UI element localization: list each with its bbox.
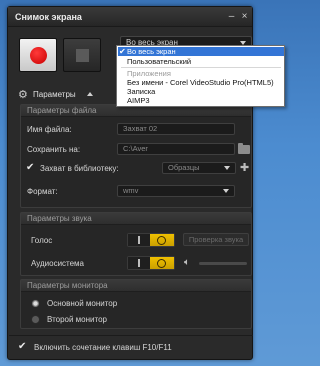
window-title: Снимок экрана [15, 12, 82, 22]
folder-icon[interactable] [238, 143, 250, 154]
parameters-label: Параметры [33, 90, 76, 99]
chevron-down-icon [224, 166, 230, 170]
chevron-up-icon [87, 92, 93, 96]
plus-icon[interactable]: ✚ [240, 163, 249, 174]
dropdown-item-notes[interactable]: Записка [118, 87, 284, 96]
dropdown-divider [121, 67, 281, 68]
toggle-on-segment [150, 234, 174, 246]
dropdown-item-fullscreen[interactable]: ✔ Во весь экран [118, 47, 284, 56]
dropdown-group-label: Приложения [127, 69, 171, 78]
speaker-icon: 🔈︎ [184, 257, 190, 268]
library-checkbox[interactable]: ✔ [26, 163, 36, 173]
save-to-label: Сохранить на: [27, 145, 81, 154]
toggle-off-segment [128, 234, 150, 246]
hotkeys-label: Включить сочетание клавиш F10/F11 [34, 343, 172, 352]
second-monitor-label: Второй монитор [47, 315, 107, 324]
dropdown-group-apps: Приложения [118, 69, 284, 78]
minimize-button[interactable]: – [226, 11, 237, 22]
capture-mode-dropdown: ✔ Во весь экран Пользовательский Приложе… [116, 45, 285, 107]
record-icon [30, 47, 47, 64]
close-button[interactable]: × [239, 11, 250, 22]
toggle-off-segment [128, 257, 150, 269]
dropdown-item-aimp3[interactable]: AIMP3 [118, 96, 284, 105]
library-select-value: Образцы [168, 163, 200, 172]
dropdown-item-custom[interactable]: Пользовательский [118, 57, 284, 66]
format-label: Формат: [27, 187, 58, 196]
gear-icon: ⚙ [18, 89, 28, 101]
record-button[interactable] [19, 38, 57, 72]
system-audio-label: Аудиосистема [31, 259, 85, 268]
filename-field[interactable]: Захват 02 [117, 123, 235, 135]
system-volume-slider[interactable] [199, 262, 247, 265]
audio-params-panel: Параметры звука Голос Проверка звука Ауд… [20, 212, 252, 276]
title-bar[interactable]: Снимок экрана – × [8, 7, 252, 27]
file-params-panel: Параметры файла Имя файла: Захват 02 Сох… [20, 104, 252, 208]
library-label: Захват в библиотеку: [40, 164, 119, 173]
system-audio-toggle[interactable] [127, 256, 175, 270]
check-icon: ✔ [119, 47, 126, 56]
dropdown-item-label: Пользовательский [127, 57, 192, 66]
dropdown-item-label: Без имени - Corel VideoStudio Pro(HTML5) [127, 78, 274, 87]
main-monitor-radio[interactable] [31, 299, 40, 308]
dropdown-item-label: Записка [127, 87, 156, 96]
stop-icon [76, 49, 89, 62]
dropdown-item-label: Во весь экран [127, 47, 176, 56]
format-select[interactable]: wmv [117, 185, 235, 197]
stop-button[interactable] [63, 38, 101, 72]
dropdown-item-videostudio[interactable]: Без имени - Corel VideoStudio Pro(HTML5) [118, 78, 284, 87]
hotkeys-checkbox[interactable]: ✔ [18, 342, 28, 352]
second-monitor-radio[interactable] [31, 315, 40, 324]
format-select-value: wmv [123, 186, 139, 195]
toggle-on-segment [150, 257, 174, 269]
footer-divider [9, 335, 253, 336]
monitor-params-panel: Параметры монитора Основной монитор Втор… [20, 279, 252, 329]
audio-params-header: Параметры звука [21, 213, 251, 225]
sound-check-button[interactable]: Проверка звука [183, 233, 249, 246]
main-monitor-label: Основной монитор [47, 299, 118, 308]
voice-label: Голос [31, 236, 53, 245]
dropdown-item-label: AIMP3 [127, 96, 150, 105]
filename-label: Имя файла: [27, 125, 72, 134]
voice-toggle[interactable] [127, 233, 175, 247]
save-to-field[interactable]: C:\Aver [117, 143, 235, 155]
monitor-params-header: Параметры монитора [21, 280, 251, 292]
chevron-down-icon [223, 189, 229, 193]
library-select[interactable]: Образцы [162, 162, 236, 174]
